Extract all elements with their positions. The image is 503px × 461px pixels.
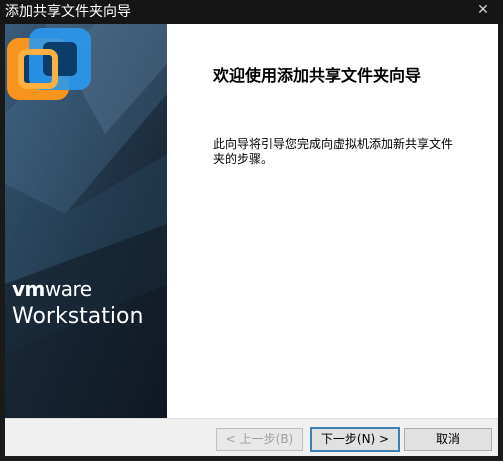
wizard-banner: vmware Workstation	[5, 24, 167, 418]
wizard-description: 此向导将引导您完成向虚拟机添加新共享文件夹的步骤。	[213, 137, 454, 166]
window-title: 添加共享文件夹向导	[5, 4, 131, 20]
wizard-heading: 欢迎使用添加共享文件夹向导	[213, 66, 422, 85]
wizard-client-area: vmware Workstation 欢迎使用添加共享文件夹向导 此向导将引导您…	[5, 24, 498, 456]
close-icon[interactable]: ✕	[469, 1, 497, 19]
back-button[interactable]: < 上一步(B)	[216, 428, 303, 451]
title-bar[interactable]: 添加共享文件夹向导 ✕	[0, 0, 503, 24]
cancel-button[interactable]: 取消	[404, 428, 492, 451]
wizard-content: 欢迎使用添加共享文件夹向导 此向导将引导您完成向虚拟机添加新共享文件夹的步骤。	[167, 24, 498, 418]
product-name: Workstation	[12, 304, 144, 329]
next-button[interactable]: 下一步(N) >	[310, 427, 400, 452]
wizard-footer: < 上一步(B) 下一步(N) > 取消	[5, 418, 498, 456]
wizard-window: 添加共享文件夹向导 ✕ vmware Workstation 欢迎使用添加共享文…	[0, 0, 503, 461]
vmware-logo-icon	[7, 28, 91, 100]
vmware-brand-text: vmware	[12, 277, 92, 301]
